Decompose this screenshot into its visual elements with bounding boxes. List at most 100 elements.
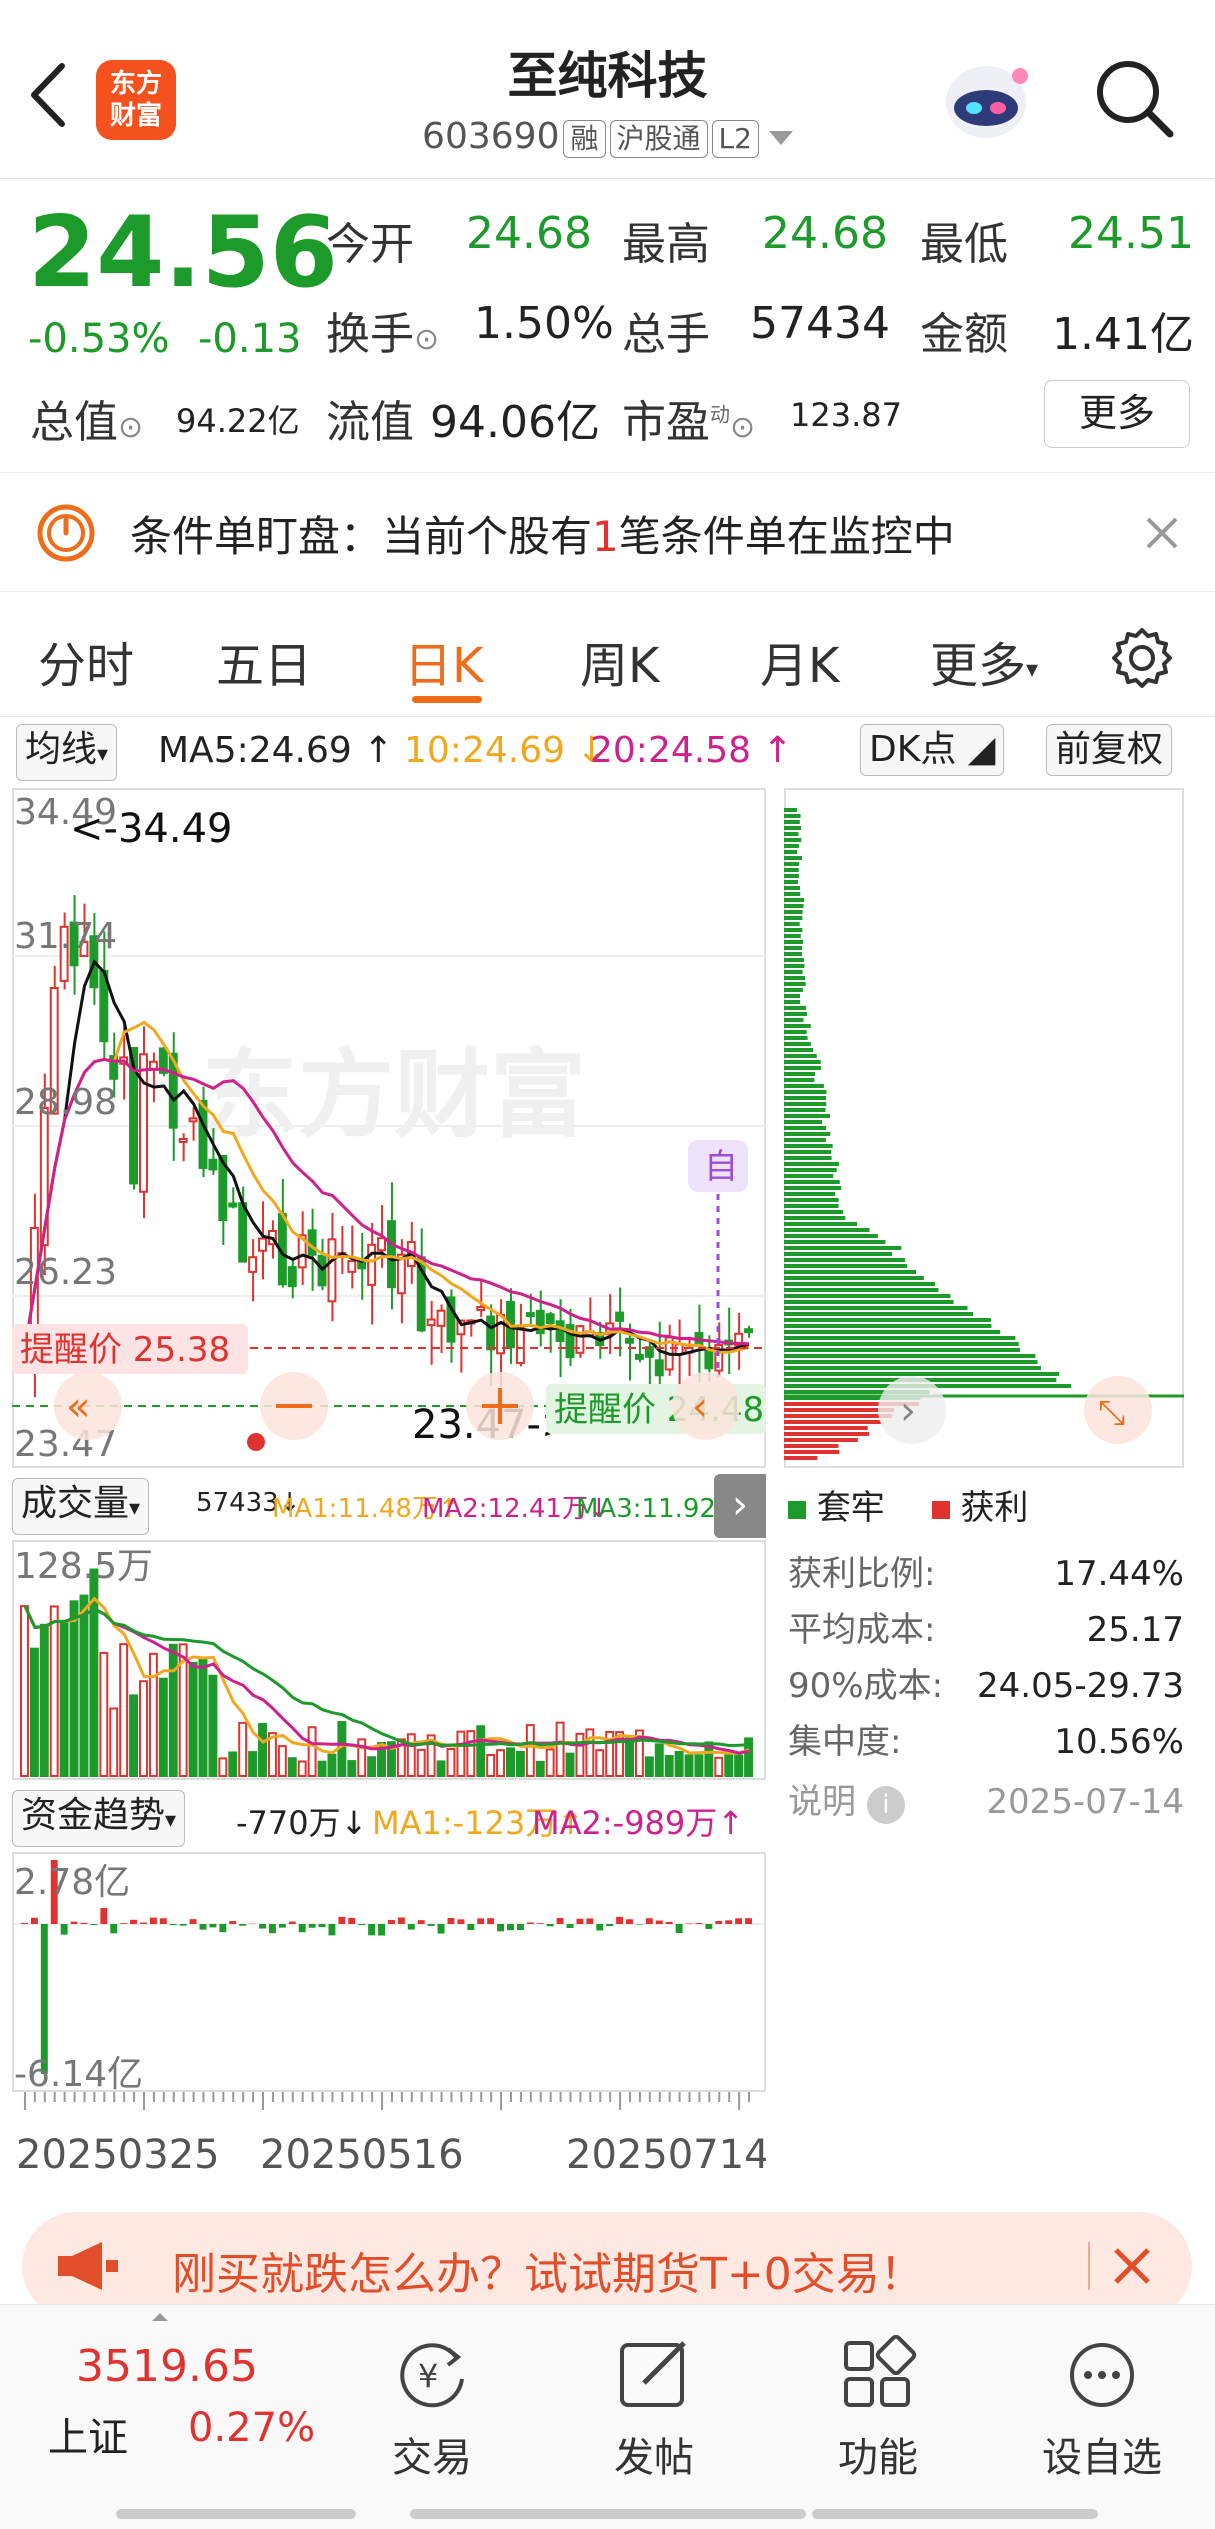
fund-bar	[547, 1924, 554, 1926]
tab-more[interactable]: 更多▾	[930, 626, 1038, 696]
ma-indicator-row: 均线▾ MA5:24.69 ↑ 10:24.69 ↓ 20:24.58 ↑ DK…	[0, 720, 1215, 784]
expand-panel-button[interactable]: ›	[714, 1474, 766, 1538]
chip-bar	[784, 964, 804, 968]
volume-bar	[676, 1752, 683, 1776]
fund-bar	[567, 1924, 574, 1928]
tab-monthly-k[interactable]: 月K	[760, 626, 839, 696]
volume-bar	[576, 1734, 583, 1776]
volume-bar	[567, 1754, 574, 1776]
chip-bar	[784, 1174, 833, 1178]
chip-stat-row: 集中度:10.56%	[788, 1714, 1184, 1770]
volume-selector[interactable]: 成交量▾	[12, 1478, 149, 1535]
volume-bar	[160, 1679, 167, 1776]
volume-bar	[209, 1676, 216, 1776]
index-value[interactable]: 3519.65	[76, 2341, 258, 2392]
candle-body	[249, 1257, 256, 1272]
date-label: 20250516	[260, 2132, 464, 2178]
volume-bar	[229, 1752, 236, 1776]
fund-bar	[398, 1917, 405, 1924]
volume-bar	[725, 1755, 732, 1776]
chip-bar	[784, 1030, 807, 1034]
more-button[interactable]: 更多	[1044, 380, 1190, 448]
nav-trade[interactable]: ¥ 交易	[352, 2335, 512, 2483]
nav-functions-label: 功能	[798, 2425, 958, 2483]
volume-chart[interactable]: 128.5万	[12, 1540, 766, 1780]
candle-body	[517, 1327, 524, 1363]
chip-bar	[784, 970, 803, 974]
volume-bar	[527, 1725, 534, 1776]
fund-bar	[596, 1924, 603, 1930]
fund-trend-chart[interactable]: 2.78亿 -6.14亿	[12, 1852, 766, 2092]
high-label: 最高	[622, 208, 710, 272]
grid-icon	[838, 2335, 918, 2415]
ma10-value: 10:24.69 ↓	[404, 730, 607, 771]
chip-bar	[784, 1372, 1059, 1376]
tab-daily-k[interactable]: 日K	[404, 626, 483, 696]
chevron-right-icon: ›	[900, 1388, 916, 1434]
fund-bar	[120, 1923, 127, 1924]
robot-assistant-icon[interactable]	[938, 52, 1034, 148]
fund-bar	[200, 1924, 207, 1930]
dk-point-button[interactable]: DK点 ◢	[860, 724, 1004, 776]
info-dots-icon[interactable]: ⊙	[414, 322, 439, 357]
tab-five-day[interactable]: 五日	[216, 626, 312, 696]
nav-add-watchlist[interactable]: 设自选	[1022, 2335, 1182, 2483]
info-dots-icon[interactable]: ⊙	[730, 410, 755, 445]
close-icon[interactable]	[1112, 2246, 1152, 2286]
fund-selector[interactable]: 资金趋势▾	[12, 1790, 185, 1847]
volume-bar	[448, 1749, 455, 1776]
trade-dot	[247, 1433, 265, 1451]
chip-bar	[784, 1138, 826, 1142]
candle-body	[547, 1314, 554, 1323]
search-icon[interactable]	[1092, 56, 1176, 140]
condition-order-banner[interactable]: 条件单盯盘：当前个股有1笔条件单在监控中	[0, 472, 1215, 592]
chip-bar	[784, 1042, 811, 1046]
chip-bar	[784, 838, 801, 842]
bottom-toolbar: 3519.65 上证 0.27% ¥ 交易 发帖 功能 设自选	[0, 2304, 1215, 2529]
chip-bar	[784, 1348, 1020, 1352]
condition-order-text: 条件单盯盘：当前个股有1笔条件单在监控中	[130, 503, 955, 564]
chip-note-row[interactable]: 说明 i2025-07-14	[788, 1774, 1184, 1830]
fund-bar	[745, 1918, 752, 1924]
date-axis: 20250325 20250516 20250714	[12, 2092, 766, 2188]
fund-bar	[428, 1924, 435, 1926]
y-tick-label: 31.74	[14, 916, 117, 957]
chip-bar	[784, 1444, 838, 1448]
chip-bar	[784, 1054, 817, 1058]
volume-bar	[279, 1746, 286, 1776]
fund-bar	[418, 1920, 425, 1924]
pe-label: 市盈动⊙	[622, 386, 755, 450]
volume-max-label: 128.5万	[14, 1546, 153, 1587]
tab-weekly-k[interactable]: 周K	[580, 626, 659, 696]
adjust-mode-button[interactable]: 前复权	[1046, 724, 1172, 776]
fund-bar	[219, 1924, 226, 1932]
gear-icon[interactable]	[1110, 626, 1174, 690]
index-name[interactable]: 上证	[48, 2405, 128, 2463]
nav-functions[interactable]: 功能	[798, 2335, 958, 2483]
chip-bar	[784, 808, 797, 812]
ma-selector[interactable]: 均线▾	[16, 724, 117, 781]
dropdown-arrow-icon: ▾	[1026, 655, 1038, 683]
fund-bar	[338, 1917, 345, 1924]
chip-distribution-chart[interactable]: › ⤡	[784, 788, 1184, 1468]
fund-bar	[289, 1922, 296, 1924]
nav-post[interactable]: 发帖	[574, 2335, 734, 2483]
chip-bar	[784, 1114, 830, 1118]
fund-bar	[715, 1921, 722, 1924]
volume-bar	[418, 1750, 425, 1776]
close-icon[interactable]	[1144, 515, 1180, 551]
volume-bar	[190, 1663, 197, 1776]
kline-chart[interactable]: 东方财富 34.49 31.74 28.98 26.23 23.47 <-34.…	[12, 788, 766, 1468]
fund-bar	[269, 1924, 276, 1933]
chip-bar	[784, 1132, 830, 1136]
fund-bar	[299, 1924, 306, 1932]
chip-bar	[784, 1438, 858, 1442]
tab-intraday[interactable]: 分时	[38, 626, 134, 696]
volume-bar	[21, 1606, 28, 1776]
volume-bar	[487, 1755, 494, 1776]
chip-bar	[784, 1012, 807, 1016]
chip-bar	[784, 1300, 954, 1304]
fund-bar	[61, 1924, 68, 1935]
chip-bar	[784, 922, 800, 926]
info-dots-icon[interactable]: ⊙	[118, 410, 143, 445]
